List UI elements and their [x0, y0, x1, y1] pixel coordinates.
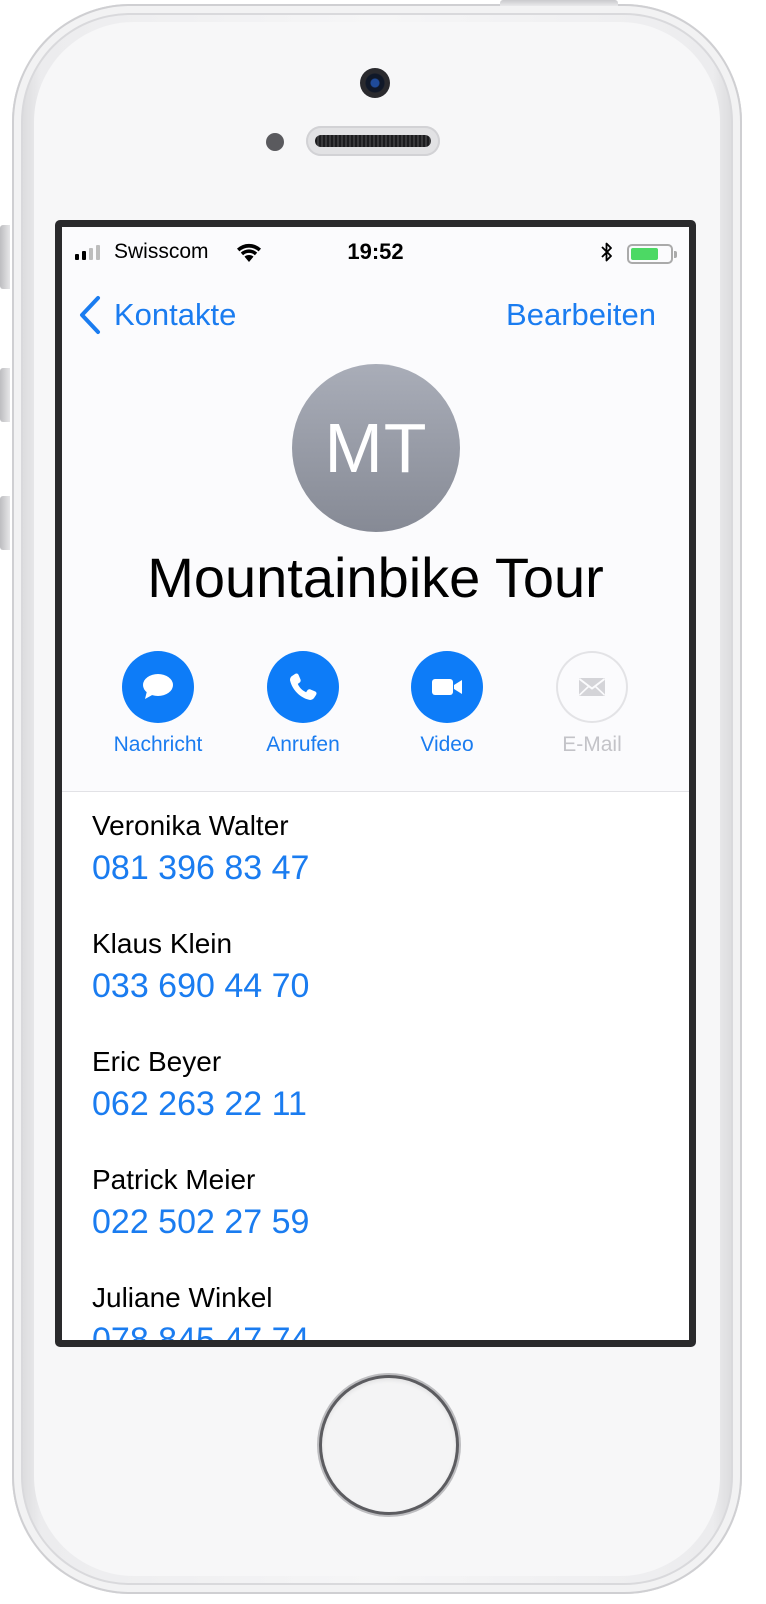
member-phone[interactable]: 081 396 83 47: [92, 848, 309, 888]
member-name: Juliane Winkel: [92, 1282, 273, 1313]
list-item: Patrick Meier 022 502 27 59: [92, 1164, 309, 1242]
call-circle: [267, 651, 339, 723]
avatar: MT: [292, 364, 460, 532]
back-label: Kontakte: [114, 297, 237, 332]
battery-icon: [627, 244, 677, 264]
status-bar: Swisscom 19:52: [62, 227, 689, 265]
action-row: Nachricht Anrufen Video E-Mail: [62, 651, 689, 771]
call-button[interactable]: Anrufen: [233, 651, 373, 757]
list-item: Eric Beyer 062 263 22 11: [92, 1046, 307, 1124]
email-label: E-Mail: [562, 733, 622, 756]
member-phone[interactable]: 033 690 44 70: [92, 966, 309, 1006]
front-camera: [360, 68, 390, 98]
volume-up-button: [0, 368, 10, 422]
status-time: 19:52: [347, 239, 404, 264]
battery-level: [631, 248, 658, 260]
member-name: Veronika Walter: [92, 810, 289, 841]
contact-name: Mountainbike Tour: [147, 546, 604, 609]
back-button[interactable]: Kontakte: [78, 295, 236, 335]
email-button[interactable]: E-Mail: [522, 651, 662, 757]
list-item: Juliane Winkel 078 845 47 74: [92, 1282, 309, 1340]
message-label: Nachricht: [113, 733, 203, 756]
video-label: Video: [420, 733, 474, 756]
member-name: Eric Beyer: [92, 1046, 222, 1077]
chevron-left-icon: [80, 296, 100, 334]
edit-button[interactable]: Bearbeiten: [506, 297, 656, 333]
phone-icon: [290, 673, 317, 700]
screen: Swisscom 19:52 Kontakte Bearbeiten MT Mo…: [55, 220, 696, 1347]
email-circle: [556, 651, 628, 723]
volume-down-button: [0, 496, 10, 550]
message-button[interactable]: Nachricht: [88, 651, 228, 757]
call-label: Anrufen: [266, 733, 340, 756]
navigation-bar: Kontakte Bearbeiten: [62, 287, 689, 347]
video-button[interactable]: Video: [377, 651, 517, 757]
member-name: Patrick Meier: [92, 1164, 256, 1195]
video-circle: [411, 651, 483, 723]
list-item: Veronika Walter 081 396 83 47: [92, 810, 309, 888]
member-list: Veronika Walter 081 396 83 47 Klaus Klei…: [62, 792, 689, 1340]
mute-switch: [0, 225, 10, 289]
member-phone[interactable]: 078 845 47 74: [92, 1320, 309, 1340]
proximity-sensor: [266, 133, 284, 151]
bluetooth-icon: [601, 242, 612, 262]
home-button[interactable]: [322, 1378, 456, 1512]
message-icon: [143, 674, 173, 699]
video-icon: [432, 679, 462, 695]
member-phone[interactable]: 022 502 27 59: [92, 1202, 309, 1242]
list-item: Klaus Klein 033 690 44 70: [92, 928, 309, 1006]
member-phone[interactable]: 062 263 22 11: [92, 1084, 307, 1124]
message-circle: [122, 651, 194, 723]
member-name: Klaus Klein: [92, 928, 233, 959]
mail-icon: [578, 678, 606, 696]
power-button: [500, 0, 618, 6]
earpiece-speaker: [306, 126, 440, 156]
avatar-initials: MT: [324, 409, 428, 487]
